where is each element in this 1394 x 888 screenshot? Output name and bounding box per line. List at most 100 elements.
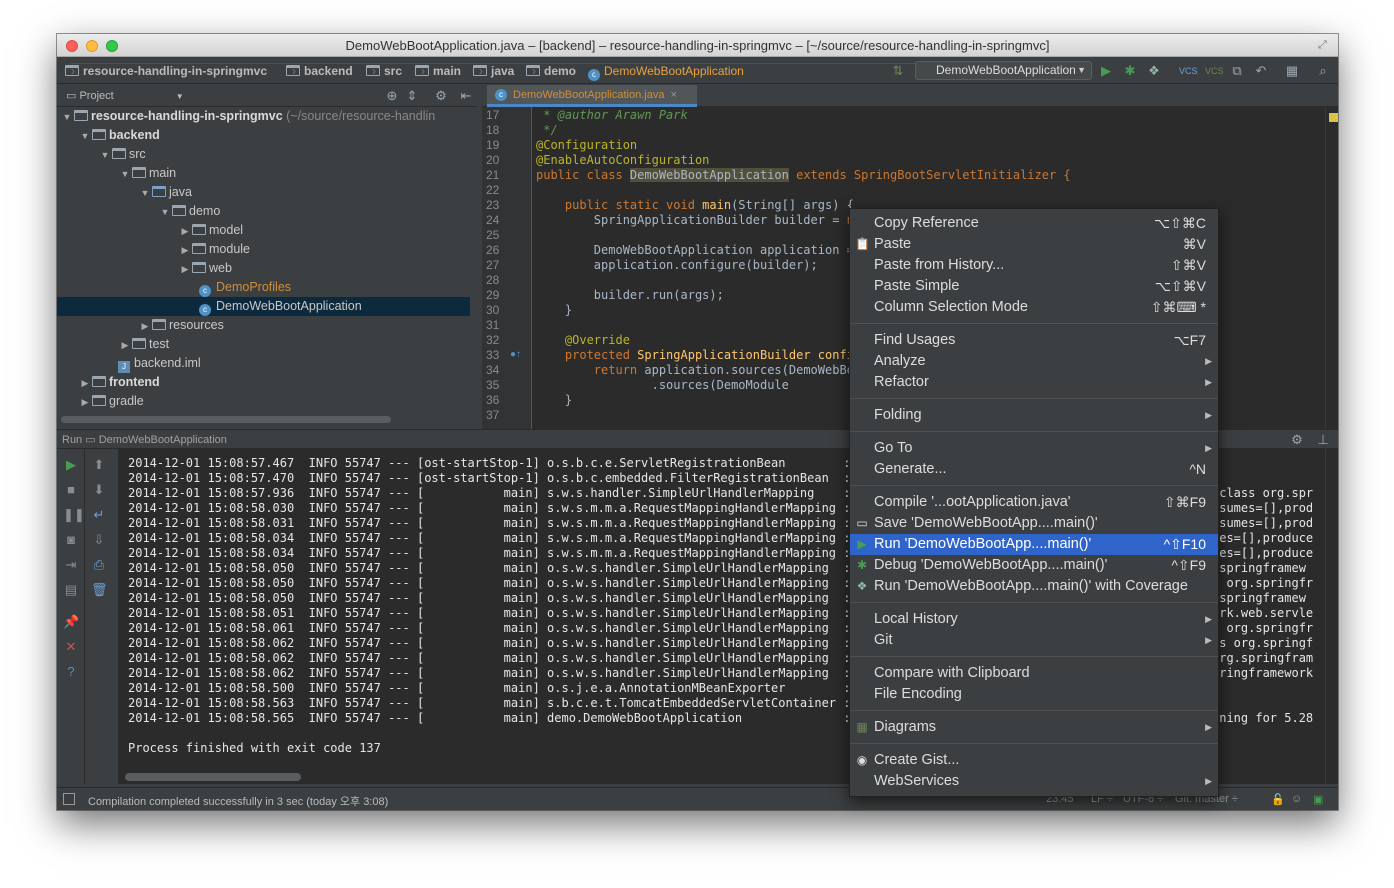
- menu-item-run[interactable]: ▶ Run 'DemoWebBootApp....main()' ^⇧F10: [850, 534, 1218, 555]
- tree-item-project-root[interactable]: ▼ resource-handling-in-springmvc (~/sourc…: [57, 107, 470, 126]
- help-icon[interactable]: ?: [63, 664, 79, 680]
- tree-item-model[interactable]: ▶ model: [57, 221, 470, 240]
- clear-all-icon[interactable]: 🗑: [91, 582, 108, 598]
- tree-item-resources[interactable]: ▶ resources: [57, 316, 470, 335]
- tree-item-backend[interactable]: ▼ backend: [57, 126, 470, 145]
- tool-windows-toggle-icon[interactable]: [63, 793, 75, 805]
- coverage-icon[interactable]: ❖: [1146, 63, 1162, 79]
- tree-item-demoprofiles[interactable]: c DemoProfiles: [57, 278, 470, 297]
- layout-icon[interactable]: ▤: [63, 582, 79, 598]
- close-icon[interactable]: ×: [670, 89, 676, 101]
- compare-icon[interactable]: ⧉: [1229, 63, 1245, 79]
- menu-item-paste-simple[interactable]: Paste Simple ⌥⇧⌘V: [850, 276, 1218, 297]
- tree-item-demowebbootapplication[interactable]: c DemoWebBootApplication: [57, 297, 470, 316]
- editor-vertical-scrollbar[interactable]: [1325, 107, 1338, 429]
- tree-horizontal-scrollbar[interactable]: [61, 416, 391, 423]
- rerun-icon[interactable]: ▶: [63, 457, 79, 473]
- tree-item-gradle[interactable]: ▶ gradle: [57, 392, 470, 411]
- menu-item-paste[interactable]: 📋 Paste ⌘V: [850, 234, 1218, 255]
- menu-item-webservices[interactable]: WebServices ▶: [850, 771, 1218, 792]
- expanded-arrow-icon: ▼: [140, 188, 150, 198]
- hector-icon[interactable]: ☺: [1291, 793, 1302, 805]
- gear-icon[interactable]: ⚙: [1289, 432, 1305, 448]
- print-icon[interactable]: ⎙: [91, 557, 107, 573]
- run-config-name[interactable]: DemoWebBootApplication: [99, 434, 227, 446]
- menu-item-save-configuration[interactable]: ▭ Save 'DemoWebBootApp....main()': [850, 513, 1218, 534]
- collapse-icon[interactable]: ⇕: [404, 88, 420, 104]
- stop-icon[interactable]: ■: [63, 482, 79, 498]
- vcs-commit-icon[interactable]: VCS: [1205, 63, 1224, 79]
- breadcrumb-backend[interactable]: backend ›: [286, 63, 660, 79]
- menu-item-run-with-coverage[interactable]: ❖ Run 'DemoWebBootApp....main()' with Cov…: [850, 576, 1218, 597]
- tree-item-demo[interactable]: ▼ demo: [57, 202, 470, 221]
- override-marker-icon[interactable]: ●↑: [510, 349, 521, 360]
- breadcrumb-class[interactable]: cDemoWebBootApplication›: [588, 63, 962, 81]
- line-number: 19: [486, 138, 500, 152]
- menu-item-refactor[interactable]: Refactor ▶: [850, 372, 1218, 393]
- breadcrumb-java[interactable]: java ›: [473, 63, 847, 79]
- menu-item-column-selection-mode[interactable]: Column Selection Mode ⇧⌘⌨ *: [850, 297, 1218, 318]
- revert-icon[interactable]: ↶: [1253, 63, 1269, 79]
- structure-icon[interactable]: ▦: [1284, 63, 1300, 79]
- breadcrumb-main[interactable]: main ›: [415, 63, 789, 79]
- menu-item-file-encoding[interactable]: File Encoding: [850, 684, 1218, 705]
- menu-item-compile[interactable]: Compile '...ootApplication.java' ⇧⌘F9: [850, 492, 1218, 513]
- dump-threads-icon[interactable]: ◙: [63, 532, 79, 548]
- breadcrumb-project[interactable]: resource-handling-in-springmvc ›: [65, 63, 439, 79]
- menu-item-copy-reference[interactable]: Copy Reference ⌥⇧⌘C: [850, 213, 1218, 234]
- down-icon[interactable]: ⬇: [91, 482, 107, 498]
- scroll-to-end-icon[interactable]: ⇩: [91, 532, 107, 548]
- close-icon[interactable]: ✕: [63, 639, 79, 655]
- menu-separator: [850, 485, 1218, 486]
- log-line: 2014-12-01 15:08:58.565 INFO 55747 --- […: [128, 711, 873, 725]
- breadcrumb-demo[interactable]: demo ›: [526, 63, 900, 79]
- menu-item-debug[interactable]: ✱ Debug 'DemoWebBootApp....main()' ^⇧F9: [850, 555, 1218, 576]
- menu-item-find-usages[interactable]: Find Usages ⌥F7: [850, 330, 1218, 351]
- tree-item-backend-iml[interactable]: Jbackend.iml: [57, 354, 470, 373]
- menu-item-git[interactable]: Git ▶: [850, 630, 1218, 651]
- up-icon[interactable]: ⬆: [91, 457, 107, 473]
- menu-item-create-gist[interactable]: ◉ Create Gist...: [850, 750, 1218, 771]
- console-vertical-scrollbar[interactable]: [1325, 449, 1338, 784]
- event-log-icon[interactable]: ▣: [1313, 793, 1323, 806]
- tree-item-module[interactable]: ▶ module: [57, 240, 470, 259]
- tree-item-web[interactable]: ▶ web: [57, 259, 470, 278]
- soft-wrap-icon[interactable]: ↵: [91, 507, 107, 523]
- debug-icon[interactable]: ✱: [1122, 63, 1138, 79]
- search-icon[interactable]: ⌕: [1315, 63, 1331, 79]
- breadcrumb-src[interactable]: src ›: [366, 63, 740, 79]
- scroll-thumb[interactable]: [125, 773, 301, 781]
- hide-panel-icon[interactable]: ⊥: [1315, 432, 1331, 448]
- tree-item-java[interactable]: ▼ java: [57, 183, 470, 202]
- collapsed-arrow-icon: ▶: [81, 397, 89, 407]
- tab-demowebbootapplication[interactable]: c DemoWebBootApplication.java ×: [487, 85, 697, 107]
- pause-icon[interactable]: ❚❚: [63, 507, 85, 523]
- folder-icon: [74, 110, 88, 121]
- tree-item-main[interactable]: ▼ main: [57, 164, 470, 183]
- exit-icon[interactable]: ⇥: [63, 557, 79, 573]
- tree-item-src[interactable]: ▼ src: [57, 145, 470, 164]
- log-line: 2014-12-01 15:08:58.062 INFO 55747 --- […: [128, 666, 873, 680]
- gear-icon[interactable]: ⚙: [433, 88, 449, 104]
- menu-item-go-to[interactable]: Go To ▶: [850, 438, 1218, 459]
- run-icon[interactable]: ▶: [1098, 63, 1114, 79]
- vcs-update-icon[interactable]: VCS: [1179, 63, 1198, 79]
- run-configuration-select[interactable]: DemoWebBootApplication ▼: [915, 61, 1092, 80]
- build-icon[interactable]: ⇅: [890, 63, 906, 79]
- menu-item-local-history[interactable]: Local History ▶: [850, 609, 1218, 630]
- menu-item-paste-from-history[interactable]: Paste from History... ⇧⌘V: [850, 255, 1218, 276]
- menu-item-generate[interactable]: Generate... ^N: [850, 459, 1218, 480]
- tree-item-test[interactable]: ▶ test: [57, 335, 470, 354]
- menu-item-folding[interactable]: Folding ▶: [850, 405, 1218, 426]
- hide-icon[interactable]: ⇤: [458, 88, 474, 104]
- save-icon: ▭: [856, 516, 868, 530]
- project-view-selector[interactable]: ▭ Project ▼: [66, 89, 184, 102]
- lock-icon[interactable]: 🔓: [1271, 793, 1285, 806]
- menu-item-diagrams[interactable]: ▦ Diagrams ▶: [850, 717, 1218, 738]
- pin-icon[interactable]: 📌: [63, 614, 79, 630]
- tree-item-frontend[interactable]: ▶ frontend: [57, 373, 470, 392]
- menu-item-analyze[interactable]: Analyze ▶: [850, 351, 1218, 372]
- locate-icon[interactable]: ⊕: [384, 88, 400, 104]
- menu-item-compare-with-clipboard[interactable]: Compare with Clipboard: [850, 663, 1218, 684]
- fullscreen-icon[interactable]: ⤢: [1318, 39, 1330, 51]
